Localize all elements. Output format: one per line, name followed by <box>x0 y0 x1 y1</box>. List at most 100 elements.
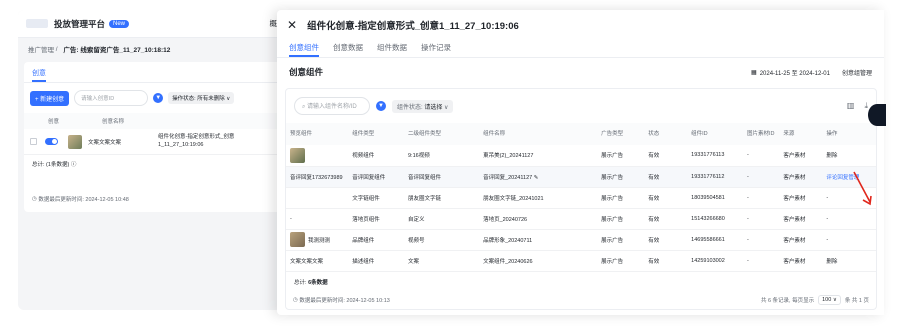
new-creative-button[interactable]: + 新建创意 <box>30 90 70 106</box>
cell-name: 品牌形象_20240711 <box>479 229 598 251</box>
cell-action: - <box>822 208 876 230</box>
table-row[interactable]: 音评回复1732673989 音评回复组件 音评回复组件 音评回复_202411… <box>286 166 876 188</box>
delete-link[interactable]: 删除 <box>822 250 876 272</box>
col-material-id: 图片素材ID <box>742 123 780 145</box>
date-range-text: 2024-11-25 至 2024-12-01 <box>759 70 830 77</box>
cell-subtype: 自定义 <box>403 208 480 230</box>
col-type: 组件类型 <box>348 123 404 145</box>
drawer-title: 组件化创意-指定创意形式_创意1_11_27_10:19:06 <box>307 21 519 32</box>
status-filter-chip[interactable]: 操作状态: 所有未删除 ∨ <box>168 92 235 104</box>
cell-type: 音评回复组件 <box>348 166 404 188</box>
columns-icon[interactable]: ▥ <box>847 101 855 111</box>
cell-material: - <box>742 208 780 230</box>
tab-creative-data[interactable]: 创意数据 <box>333 40 363 57</box>
cell-source: 客户素材 <box>779 187 823 209</box>
tab-components[interactable]: 创意组件 <box>289 40 319 57</box>
table-row[interactable]: 视频组件 9:16视频 東吊美(2)_20241127 展示广告 有效 1933… <box>286 145 876 167</box>
col-ad-type: 广告类型 <box>597 123 645 145</box>
pager-pages: 条 共 1 页 <box>844 298 869 304</box>
cell-preview: 文案文案文案 <box>286 250 349 272</box>
table-actions: ▥ ⤓ <box>847 101 868 111</box>
total-text: 总计: (1条数据) <box>32 162 70 169</box>
creative-thumbnail <box>68 134 82 149</box>
cell-preview: 我测测测 <box>308 237 331 244</box>
cell-name: 朋友圈文字链_20241021 <box>479 187 598 209</box>
cell-id: 19331776112 <box>687 166 743 188</box>
cell-type: 落地页组件 <box>348 208 404 230</box>
cell-preview: - <box>286 208 349 230</box>
video-thumbnail[interactable] <box>290 147 305 163</box>
breadcrumb: 推广管理 / 广告: 线索留资广告_11_27_10:18:12 <box>18 38 308 60</box>
cell-subtype: 视频号 <box>403 229 480 251</box>
row-checkbox[interactable] <box>30 138 37 146</box>
cell-ad-type: 展示广告 <box>597 250 645 272</box>
floating-assistant-icon[interactable] <box>868 104 886 126</box>
logo <box>26 19 48 28</box>
cell-material: - <box>742 250 780 272</box>
component-search-input[interactable]: ⌕ 请输入组件名称/ID <box>294 97 370 115</box>
creative-text: 文案文案文案 <box>88 139 122 146</box>
col-subtype: 二级组件类型 <box>403 123 480 145</box>
component-status-filter[interactable]: 组件状态: 请选择 ∨ <box>392 99 454 113</box>
creative-title[interactable]: 组件化创意-指定创意形式_创意1_11_27_10:19:06 <box>158 134 248 149</box>
col-action: 操作 <box>822 123 876 145</box>
cell-material: - <box>742 229 780 251</box>
delete-link[interactable]: 删除 <box>822 145 876 167</box>
components-toolbar: ⌕ 请输入组件名称/ID ▼ 组件状态: 请选择 ∨ ▥ ⤓ <box>286 89 876 123</box>
tab-operation-log[interactable]: 操作记录 <box>421 40 451 57</box>
filter-icon[interactable]: ▼ <box>376 101 386 111</box>
cell-action: - <box>822 229 876 251</box>
cell-ad-type: 展示广告 <box>597 145 645 167</box>
col-id: 组件ID <box>687 123 743 145</box>
cell-name[interactable]: 音评回复_20241127 ✎ <box>479 166 598 188</box>
drawer-tabs: 创意组件 创意数据 组件数据 操作记录 <box>277 40 884 58</box>
pager-total: 共 6 条记录, 每页显示 <box>760 298 815 304</box>
bg-update-time: 数据最后更新时间: 2024-12-05 10:48 <box>38 197 129 203</box>
table-row[interactable]: 文字链组件 朋友圈文字链 朋友圈文字链_20241021 展示广告 有效 180… <box>286 187 876 209</box>
tab-creative[interactable]: 创意 <box>24 62 302 83</box>
cell-status: 有效 <box>644 166 688 188</box>
table-row[interactable]: 文案文案文案 组件化创意-指定创意形式_创意1_11_27_10:19:06 <box>24 129 302 156</box>
cell-preview <box>286 187 349 209</box>
row-toggle[interactable] <box>45 138 58 146</box>
filter-icon[interactable]: ▼ <box>153 93 164 103</box>
table-row[interactable]: 我测测测 品牌组件 视频号 品牌形象_20240711 展示广告 有效 1469… <box>286 229 876 251</box>
cell-status: 有效 <box>644 145 688 167</box>
cell-subtype: 音评回复组件 <box>403 166 480 188</box>
cell-id: 14695586661 <box>687 229 743 251</box>
cell-subtype: 9:16视频 <box>403 145 480 167</box>
creative-search-input[interactable]: 请输入创意ID <box>74 90 149 106</box>
cell-ad-type: 展示广告 <box>597 229 645 251</box>
screen: 投放管理平台 New 概览 竞 推广管理 / 广告: 线索留资广告_11_27_… <box>0 0 900 335</box>
components-total: 总计: 6条数据 <box>286 272 876 292</box>
components-table: 预览组件 组件类型 二级组件类型 组件名称 广告类型 状态 组件ID 图片素材I… <box>286 123 876 272</box>
creative-toolbar: + 新建创意 请输入创意ID ▼ 操作状态: 所有未删除 ∨ <box>24 83 302 113</box>
col-source: 来源 <box>779 123 823 145</box>
cell-source: 客户素材 <box>779 166 823 188</box>
cell-subtype: 文案 <box>403 250 480 272</box>
filter-label: 组件状态: <box>397 104 423 111</box>
date-range-picker[interactable]: ▦ 2024-11-25 至 2024-12-01 <box>751 68 830 77</box>
breadcrumb-root[interactable]: 推广管理 <box>28 44 54 54</box>
creative-group-mgmt-link[interactable]: 创意组管理 <box>842 68 872 77</box>
cell-ad-type: 展示广告 <box>597 166 645 188</box>
cell-material: - <box>742 145 780 167</box>
cell-type: 描述组件 <box>348 250 404 272</box>
col-name: 组件名称 <box>479 123 598 145</box>
drawer-update-time: 数据最后更新时间: 2024-12-05 10:13 <box>299 298 390 304</box>
brand-thumbnail[interactable] <box>290 232 305 247</box>
top-bar: 投放管理平台 New 概览 竞 <box>18 10 308 38</box>
tab-component-data[interactable]: 组件数据 <box>377 40 407 57</box>
cell-id: 18039504581 <box>687 187 743 209</box>
page-size-select[interactable]: 100 ∨ <box>818 295 841 305</box>
cell-name: 東吊美(2)_20241127 <box>479 145 598 167</box>
cell-source: 客户素材 <box>779 229 823 251</box>
close-icon[interactable]: ✕ <box>287 18 297 32</box>
cell-id: 14259103002 <box>687 250 743 272</box>
table-row[interactable]: - 落地页组件 自定义 落地页_20240726 展示广告 有效 1514326… <box>286 208 876 230</box>
download-icon[interactable]: ⤓ <box>864 101 868 111</box>
help-icon: ⓘ <box>70 162 77 169</box>
table-row[interactable]: 文案文案文案 描述组件 文案 文案组件_20240626 展示广告 有效 142… <box>286 250 876 272</box>
app-title: 投放管理平台 <box>54 18 106 29</box>
new-badge: New <box>109 19 130 28</box>
